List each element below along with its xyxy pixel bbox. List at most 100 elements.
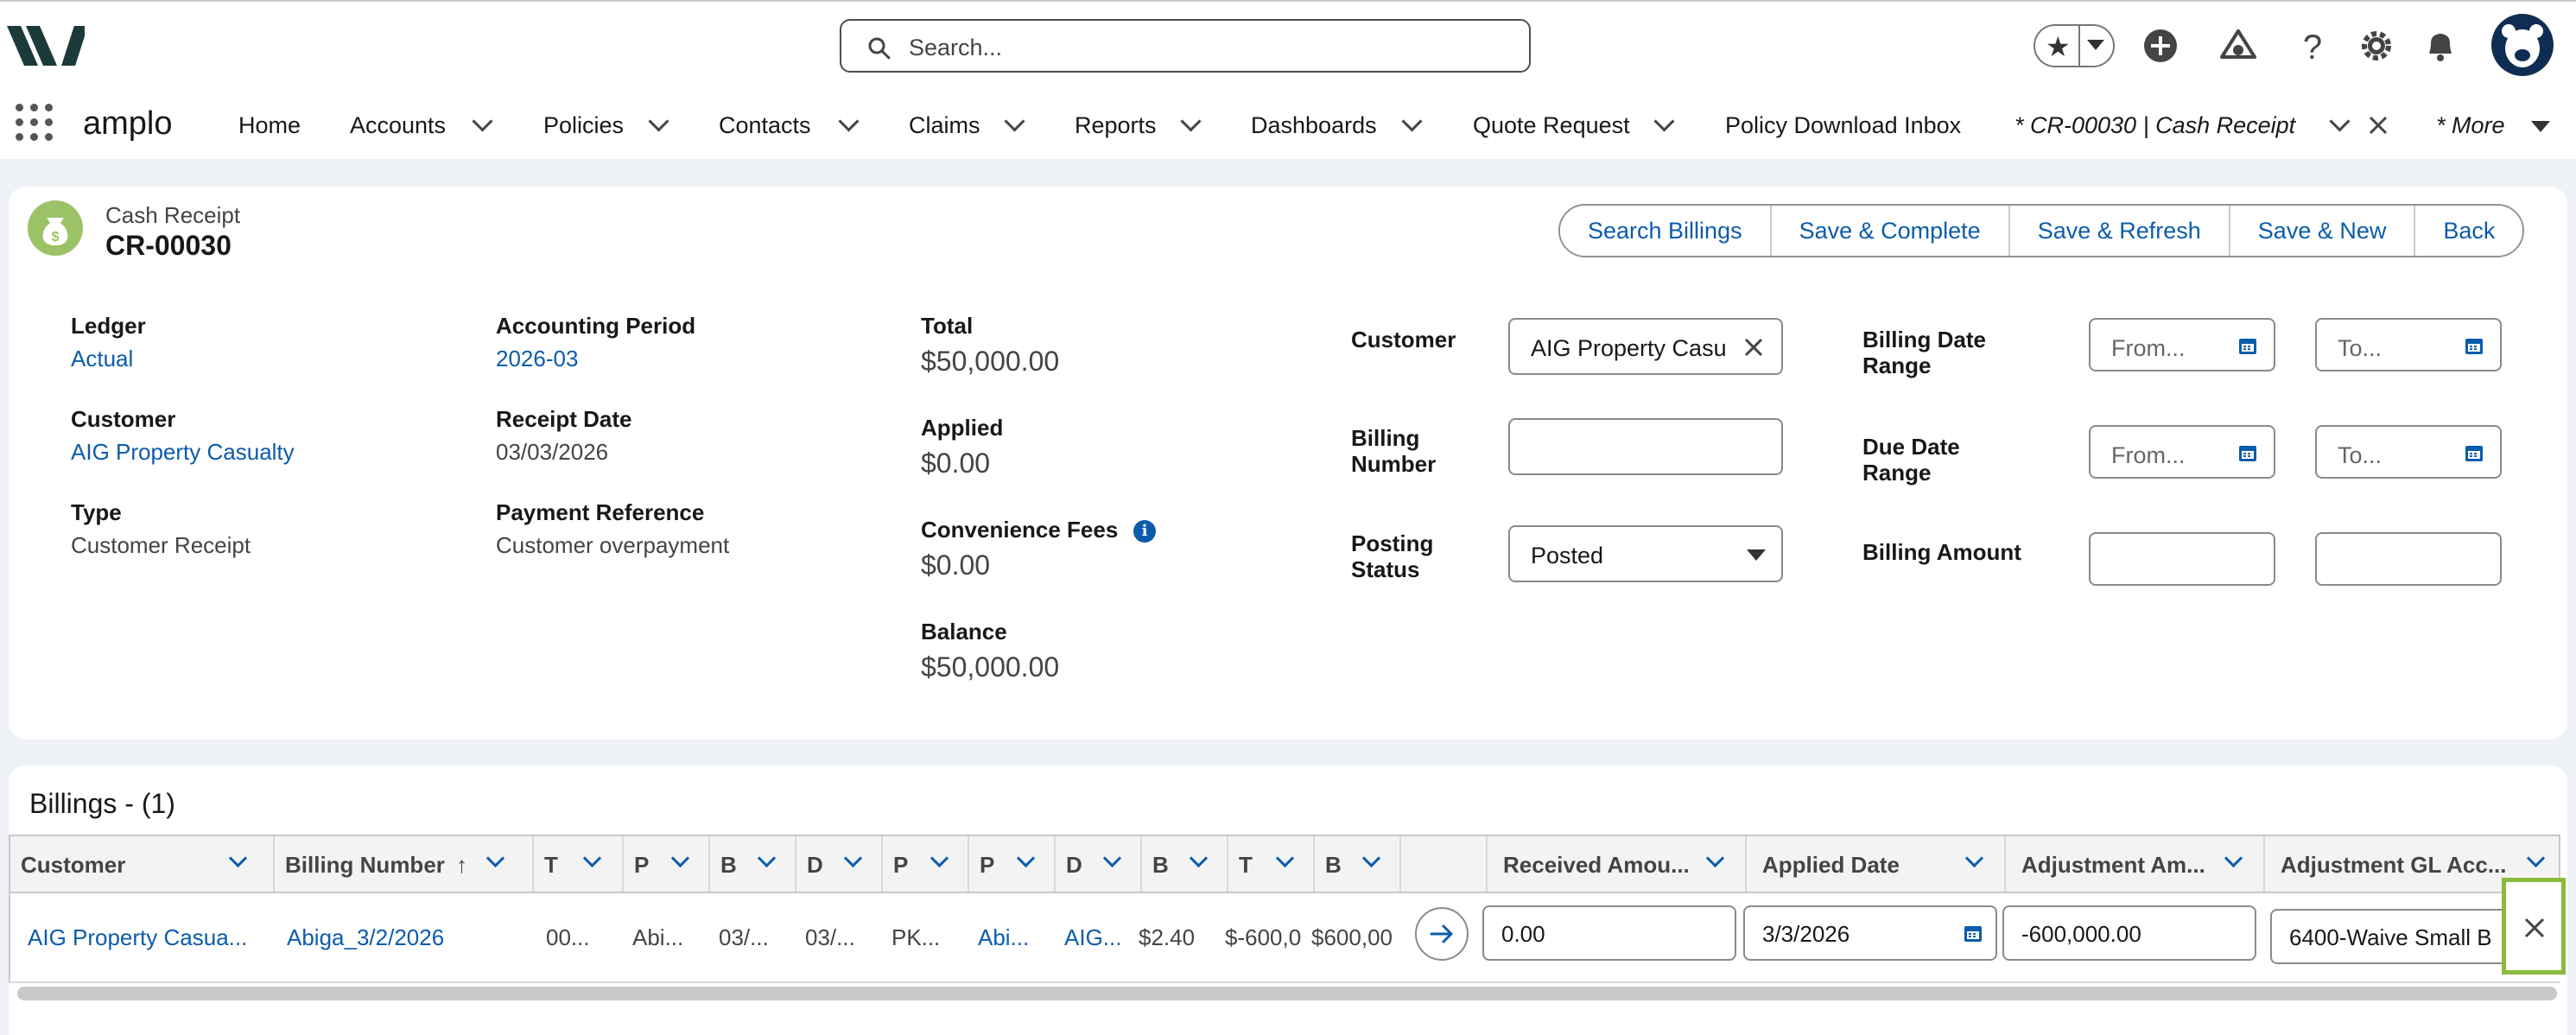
column-header-p3[interactable]: P: [969, 836, 1056, 892]
nav-item-home[interactable]: Home: [238, 112, 301, 139]
chevron-down-icon[interactable]: [2224, 848, 2243, 868]
calendar-icon[interactable]: [1963, 923, 1983, 943]
chevron-down-icon[interactable]: [1361, 848, 1381, 868]
column-header-received-amount[interactable]: Received Amou...: [1488, 836, 1747, 892]
applied-date-input[interactable]: 3/3/2026: [1743, 905, 1997, 961]
chevron-down-icon[interactable]: [1653, 111, 1675, 132]
chevron-down-icon[interactable]: [757, 848, 777, 868]
chevron-down-icon[interactable]: [843, 848, 863, 868]
nav-item-reports[interactable]: Reports: [1075, 112, 1157, 139]
customer-filter-input[interactable]: AIG Property Casu: [1508, 318, 1783, 375]
chevron-down-icon[interactable]: [2087, 40, 2104, 50]
column-header-customer[interactable]: Customer: [10, 836, 275, 892]
nav-item-quote-request[interactable]: Quote Request: [1473, 112, 1630, 139]
received-amount-input[interactable]: 0.00: [1482, 905, 1736, 961]
save-new-button[interactable]: Save & New: [2228, 206, 2414, 256]
chevron-down-icon[interactable]: [1401, 111, 1423, 132]
bell-icon[interactable]: [2419, 24, 2462, 67]
row-cell-link[interactable]: Abi...: [978, 924, 1047, 951]
calendar-icon[interactable]: [2464, 335, 2484, 356]
search-billings-button[interactable]: Search Billings: [1560, 206, 1770, 256]
column-header-d[interactable]: D: [796, 836, 883, 892]
nav-item-claims[interactable]: Claims: [909, 112, 980, 139]
nav-item-policies[interactable]: Policies: [543, 112, 624, 139]
trailhead-icon[interactable]: [2217, 24, 2260, 67]
back-button[interactable]: Back: [2414, 206, 2523, 256]
billing-date-to-input[interactable]: To...: [2315, 318, 2502, 371]
chevron-down-icon[interactable]: [838, 111, 860, 132]
user-avatar[interactable]: [2491, 14, 2554, 76]
table-horizontal-scrollbar[interactable]: [17, 987, 2557, 1000]
column-header-applied-date[interactable]: Applied Date: [1747, 836, 2006, 892]
billing-amount-from-input[interactable]: [2089, 532, 2275, 586]
apply-arrow-button[interactable]: [1415, 907, 1469, 961]
row-cell-link[interactable]: AIG...: [1064, 924, 1133, 951]
column-header-t2[interactable]: T: [1228, 836, 1315, 892]
row-customer-link[interactable]: AIG Property Casua...: [28, 924, 270, 951]
column-header-adjustment-amount[interactable]: Adjustment Am...: [2006, 836, 2265, 892]
chevron-down-icon[interactable]: [1705, 848, 1725, 868]
chevron-down-icon[interactable]: [1275, 848, 1295, 868]
nav-more[interactable]: * More: [2436, 112, 2505, 139]
nav-item-accounts[interactable]: Accounts: [350, 112, 446, 139]
chevron-down-icon[interactable]: [670, 848, 690, 868]
column-header-d2[interactable]: D: [1056, 836, 1142, 892]
column-header-billing-number[interactable]: Billing Number ↑: [275, 836, 534, 892]
billing-number-input[interactable]: [1508, 418, 1783, 475]
app-logo-icon[interactable]: [7, 21, 85, 71]
chevron-down-icon[interactable]: [1016, 848, 1036, 868]
ledger-value[interactable]: Actual: [71, 346, 133, 372]
column-header-p2[interactable]: P: [883, 836, 969, 892]
app-launcher-icon[interactable]: [16, 104, 54, 142]
bear-icon: [2502, 24, 2543, 67]
tab-cr-00030[interactable]: * CR-00030 | Cash Receipt: [2014, 112, 2295, 139]
row-billing-number-link[interactable]: Abiga_3/2/2026: [287, 924, 529, 951]
close-tab-icon[interactable]: [2367, 114, 2389, 137]
remove-gl-account-button[interactable]: [2502, 878, 2566, 975]
chevron-down-icon[interactable]: [228, 848, 248, 868]
adjustment-gl-account-lookup[interactable]: 6400-Waive Small B: [2270, 909, 2529, 964]
nav-item-dashboards[interactable]: Dashboards: [1251, 112, 1377, 139]
chevron-down-icon[interactable]: [2526, 848, 2546, 868]
nav-item-policy-download-inbox[interactable]: Policy Download Inbox: [1725, 112, 1961, 139]
chevron-down-icon[interactable]: [930, 848, 949, 868]
add-icon[interactable]: [2139, 24, 2182, 67]
save-refresh-button[interactable]: Save & Refresh: [2008, 206, 2229, 256]
more-dropdown-icon[interactable]: [2531, 121, 2550, 132]
calendar-icon[interactable]: [2464, 442, 2484, 463]
customer-value[interactable]: AIG Property Casualty: [71, 439, 295, 466]
chevron-down-icon[interactable]: [472, 111, 493, 132]
chevron-down-icon[interactable]: [1004, 111, 1025, 132]
due-date-from-input[interactable]: From...: [2089, 425, 2275, 479]
global-search-input[interactable]: Search...: [840, 19, 1531, 73]
chevron-down-icon[interactable]: [1102, 848, 1122, 868]
chevron-down-icon[interactable]: [1180, 111, 1202, 132]
nav-item-contacts[interactable]: Contacts: [719, 112, 811, 139]
column-header-b3[interactable]: B: [1315, 836, 1401, 892]
billing-date-from-input[interactable]: From...: [2089, 318, 2275, 371]
chevron-down-icon[interactable]: [2329, 111, 2351, 132]
posting-status-select[interactable]: Posted: [1508, 525, 1783, 582]
column-header-b[interactable]: B: [710, 836, 796, 892]
column-header-p[interactable]: P: [624, 836, 710, 892]
billing-amount-to-input[interactable]: [2315, 532, 2502, 586]
save-complete-button[interactable]: Save & Complete: [1769, 206, 2008, 256]
help-icon[interactable]: ?: [2291, 24, 2334, 67]
calendar-icon[interactable]: [2237, 335, 2258, 356]
accounting-period-value[interactable]: 2026-03: [496, 346, 578, 372]
calendar-icon[interactable]: [2237, 442, 2258, 463]
favorites-button[interactable]: ★: [2034, 24, 2115, 67]
clear-icon[interactable]: [1743, 337, 1764, 358]
table-row: AIG Property Casua... Abiga_3/2/2026 00.…: [9, 893, 2560, 983]
chevron-down-icon[interactable]: [648, 111, 669, 132]
info-icon[interactable]: i: [1133, 520, 1156, 543]
column-header-b2[interactable]: B: [1142, 836, 1228, 892]
chevron-down-icon[interactable]: [582, 848, 602, 868]
adjustment-amount-input[interactable]: -600,000.00: [2002, 905, 2256, 961]
chevron-down-icon[interactable]: [1964, 848, 1984, 868]
due-date-to-input[interactable]: To...: [2315, 425, 2502, 479]
gear-icon[interactable]: [2355, 24, 2398, 67]
chevron-down-icon[interactable]: [1189, 848, 1209, 868]
chevron-down-icon[interactable]: [485, 848, 505, 868]
column-header-t[interactable]: T: [534, 836, 624, 892]
